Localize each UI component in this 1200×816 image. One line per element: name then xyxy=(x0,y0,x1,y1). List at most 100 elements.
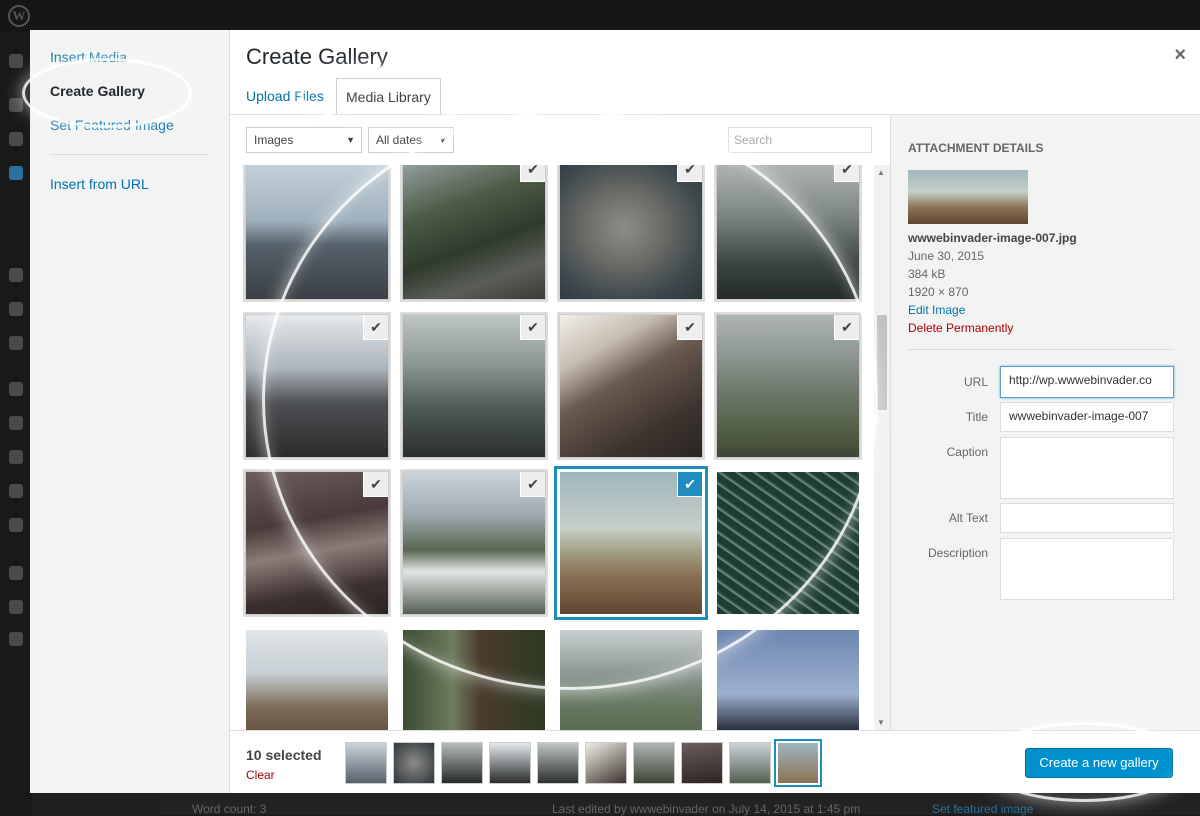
selection-thumb[interactable] xyxy=(586,743,626,783)
scroll-up-icon[interactable]: ▲ xyxy=(877,168,885,177)
date-filter-select[interactable]: All dates ▼ xyxy=(368,127,454,153)
attachment-details-heading: ATTACHMENT DETAILS xyxy=(908,141,1044,155)
close-icon[interactable]: × xyxy=(1174,44,1186,67)
url-label: URL xyxy=(963,375,988,389)
media-menu: Insert Media Create Gallery Set Featured… xyxy=(30,30,230,793)
check-icon[interactable]: ✔ xyxy=(835,165,859,181)
attachment-thumb[interactable] xyxy=(246,165,388,299)
wrench-icon[interactable] xyxy=(9,484,23,498)
collapse-icon[interactable] xyxy=(9,632,23,646)
settings-icon[interactable] xyxy=(9,518,23,532)
media-toolbar-footer: 10 selected Clear Create a new gallery xyxy=(230,730,1200,793)
attachment-thumb[interactable] xyxy=(560,630,702,730)
grid-scrollbar[interactable]: ▲ ▼ xyxy=(874,165,890,730)
delete-permanently-link[interactable]: Delete Permanently xyxy=(908,321,1013,335)
selection-thumb[interactable] xyxy=(730,743,770,783)
description-field[interactable] xyxy=(1000,538,1174,600)
alt-text-field[interactable] xyxy=(1000,503,1174,533)
attachment-thumb[interactable]: ✔ xyxy=(246,315,388,457)
details-divider xyxy=(908,349,1174,350)
menu-set-featured-image[interactable]: Set Featured Image xyxy=(50,117,174,133)
chevron-down-icon: ▼ xyxy=(438,135,447,145)
date-filter-value: All dates xyxy=(376,133,423,147)
comments-icon[interactable] xyxy=(9,268,23,282)
check-icon[interactable]: ✔ xyxy=(678,165,702,181)
selection-thumb[interactable] xyxy=(490,743,530,783)
river-forest-image xyxy=(403,165,545,299)
check-icon[interactable]: ✔ xyxy=(521,315,545,339)
selection-thumb[interactable] xyxy=(538,743,578,783)
gear-icon[interactable] xyxy=(9,600,23,614)
dashboard-icon[interactable] xyxy=(9,54,23,68)
pages-icon[interactable] xyxy=(9,166,23,180)
attachment-thumb[interactable]: ✔ xyxy=(403,315,545,457)
menu-insert-from-url[interactable]: Insert from URL xyxy=(50,176,149,192)
attachment-thumb[interactable]: ✔ xyxy=(717,315,859,457)
forest-sky-image xyxy=(717,630,859,730)
create-gallery-button[interactable]: Create a new gallery xyxy=(1025,748,1173,778)
menu-insert-media[interactable]: Insert Media xyxy=(50,49,127,65)
attachments-browser: Images ▼ All dates ▼ Search ✔ ✔ ✔ ✔ ✔ ✔ … xyxy=(230,115,890,730)
attachment-preview-image xyxy=(908,170,1028,224)
scroll-down-icon[interactable]: ▼ xyxy=(877,718,885,727)
selection-thumb[interactable] xyxy=(394,743,434,783)
mail-icon[interactable] xyxy=(9,336,23,350)
selection-thumb-active[interactable] xyxy=(778,743,818,783)
attachment-thumb[interactable] xyxy=(403,630,545,730)
foggy-valley-image xyxy=(717,165,859,299)
set-featured-image-link[interactable]: Set featured image xyxy=(932,802,1033,816)
attachments-grid: ✔ ✔ ✔ ✔ ✔ ✔ ✔ ✔ ✔ ✔ xyxy=(240,165,880,730)
selection-thumb[interactable] xyxy=(346,743,386,783)
admin-bar: W xyxy=(0,0,1200,32)
attachment-thumb-active[interactable]: ✔ xyxy=(560,472,702,614)
globe-icon[interactable] xyxy=(9,566,23,580)
attachment-size: 384 kB xyxy=(908,267,946,281)
check-icon[interactable]: ✔ xyxy=(835,315,859,339)
attachment-details-sidebar: ATTACHMENT DETAILS wwwebinvader-image-00… xyxy=(890,115,1200,730)
attachment-thumb[interactable] xyxy=(717,472,859,614)
attachment-thumb[interactable]: ✔ xyxy=(560,165,702,299)
search-input[interactable]: Search xyxy=(728,127,872,153)
media-modal: Insert Media Create Gallery Set Featured… xyxy=(30,30,1200,793)
caption-field[interactable] xyxy=(1000,437,1174,499)
attachment-thumb[interactable]: ✔ xyxy=(560,315,702,457)
selection-thumb[interactable] xyxy=(442,743,482,783)
tab-upload-files[interactable]: Upload Files xyxy=(237,78,333,115)
attachment-thumb[interactable]: ✔ xyxy=(246,472,388,614)
check-icon[interactable]: ✔ xyxy=(364,315,388,339)
scrollbar-thumb[interactable] xyxy=(877,315,887,410)
pin-icon[interactable] xyxy=(9,98,23,112)
editor-footer: Word count: 3 Last edited by wwwebinvade… xyxy=(160,793,1200,816)
attachment-thumb[interactable]: ✔ xyxy=(403,472,545,614)
attachment-thumb[interactable] xyxy=(246,630,388,730)
selection-thumb[interactable] xyxy=(682,743,722,783)
attachment-thumb[interactable] xyxy=(717,630,859,730)
selection-count: 10 selected xyxy=(246,747,322,763)
attachment-thumb[interactable]: ✔ xyxy=(403,165,545,299)
type-filter-value: Images xyxy=(254,133,294,147)
check-icon[interactable]: ✔ xyxy=(521,165,545,181)
url-field[interactable]: http://wp.wwwebinvader.co xyxy=(1000,366,1174,398)
appearance-icon[interactable] xyxy=(9,302,23,316)
tab-media-library[interactable]: Media Library xyxy=(336,78,441,115)
alt-text-label: Alt Text xyxy=(948,511,988,525)
users-icon[interactable] xyxy=(9,450,23,464)
media-icon[interactable] xyxy=(9,132,23,146)
check-icon[interactable]: ✔ xyxy=(678,315,702,339)
title-field[interactable]: wwwebinvader-image-007 xyxy=(1000,402,1174,432)
attachment-thumb[interactable]: ✔ xyxy=(717,165,859,299)
fern-image xyxy=(717,472,859,614)
plugins-icon[interactable] xyxy=(9,382,23,396)
check-icon[interactable]: ✔ xyxy=(364,472,388,496)
clear-selection-link[interactable]: Clear xyxy=(246,768,275,782)
edit-image-link[interactable]: Edit Image xyxy=(908,303,965,317)
selection-thumb[interactable] xyxy=(634,743,674,783)
check-icon[interactable]: ✔ xyxy=(678,472,702,496)
word-count: Word count: 3 xyxy=(192,802,267,816)
type-filter-select[interactable]: Images ▼ xyxy=(246,127,362,153)
tools-icon[interactable] xyxy=(9,416,23,430)
wordpress-logo-icon[interactable]: W xyxy=(8,5,30,27)
menu-separator xyxy=(50,154,208,155)
menu-create-gallery[interactable]: Create Gallery xyxy=(50,83,145,99)
check-icon[interactable]: ✔ xyxy=(521,472,545,496)
